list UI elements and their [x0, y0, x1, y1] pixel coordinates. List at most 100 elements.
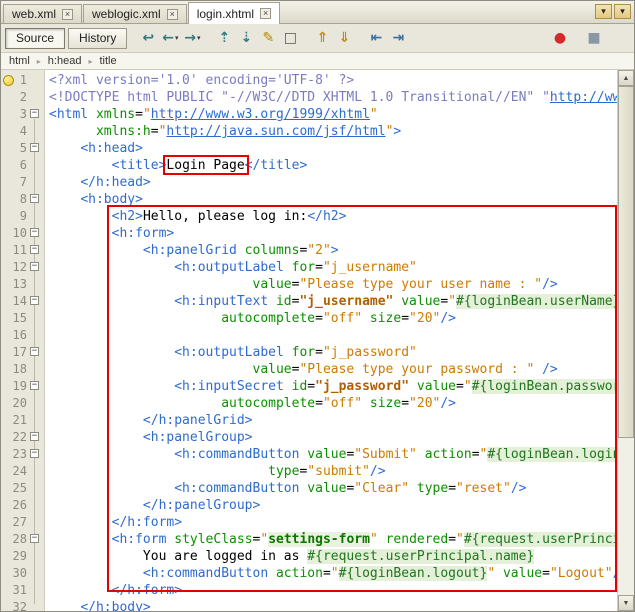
fold-guide-line: [34, 306, 35, 315]
gutter-row: 29: [1, 548, 44, 565]
code-fold-toggle[interactable]: −: [30, 262, 39, 271]
tab-weblogic.xml[interactable]: weblogic.xml×: [83, 4, 187, 23]
vertical-scrollbar[interactable]: ▲ ▼: [617, 70, 634, 611]
forward-icon[interactable]: →▾: [182, 28, 202, 48]
back-icon[interactable]: ←▾: [160, 28, 180, 48]
line-number: 15: [1, 310, 27, 327]
code-line-19: <h:inputSecret id="j_password" value="#{…: [49, 378, 634, 395]
gutter-row: 7: [1, 174, 44, 191]
code-line-21: </h:panelGrid>: [49, 412, 634, 429]
editor-area: 123−45−678−910−11−12−1314−151617−1819−20…: [1, 70, 634, 611]
breadcrumb-item-h:head[interactable]: h:head: [48, 55, 82, 67]
line-number: 31: [1, 582, 27, 599]
fold-guide-line: [34, 272, 35, 281]
gutter-row: 20: [1, 395, 44, 412]
code-fold-toggle[interactable]: −: [30, 143, 39, 152]
code-line-9: <h2>Hello, please log in:</h2>: [49, 208, 634, 225]
hint-lightbulb-icon[interactable]: [3, 75, 14, 86]
tab-close-icon[interactable]: ×: [260, 8, 271, 19]
scrollbar-up-button[interactable]: ▲: [618, 70, 634, 86]
tab-label: login.xhtml: [197, 7, 254, 21]
fold-guide-line: [34, 459, 35, 468]
gutter-row: 10−: [1, 225, 44, 242]
tab-close-icon[interactable]: ×: [62, 9, 73, 20]
code-fold-toggle[interactable]: −: [30, 432, 39, 441]
fold-guide-line: [34, 544, 35, 587]
code-fold-toggle[interactable]: −: [30, 381, 39, 390]
gutter-row: 31: [1, 582, 44, 599]
breadcrumb-separator-icon: ▸: [37, 57, 41, 66]
document-list-dropdown-button[interactable]: ▾: [595, 4, 612, 19]
shift-line-left-icon[interactable]: ⇤: [366, 28, 386, 48]
code-line-2: <!DOCTYPE html PUBLIC "-//W3C//DTD XHTML…: [49, 89, 634, 106]
line-number: 9: [1, 208, 27, 225]
line-number: 6: [1, 157, 27, 174]
code-area[interactable]: <?xml version='1.0' encoding='UTF-8' ?><…: [45, 70, 634, 611]
find-previous-occurrence-icon[interactable]: ⇡: [214, 28, 234, 48]
line-number: 21: [1, 412, 27, 429]
scrollbar-down-button[interactable]: ▼: [618, 595, 634, 611]
code-fold-toggle[interactable]: −: [30, 347, 39, 356]
gutter-row: 23−: [1, 446, 44, 463]
toggle-highlight-search-icon[interactable]: ✎: [258, 28, 278, 48]
gutter-row: 24: [1, 463, 44, 480]
line-number: 12: [1, 259, 27, 276]
down-arrow-icon: ▼: [623, 600, 630, 607]
line-number: 8: [1, 191, 27, 208]
line-number: 28: [1, 531, 27, 548]
code-fold-toggle[interactable]: −: [30, 109, 39, 118]
code-fold-toggle[interactable]: −: [30, 245, 39, 254]
code-line-8: <h:body>: [49, 191, 634, 208]
stop-macro-recording-icon[interactable]: ■: [584, 28, 604, 48]
last-edit-position-icon[interactable]: ↩: [138, 28, 158, 48]
toggle-rectangular-selection-icon[interactable]: □: [280, 28, 300, 48]
code-fold-toggle[interactable]: −: [30, 449, 39, 458]
line-number: 2: [1, 89, 27, 106]
history-view-button[interactable]: History: [68, 28, 127, 49]
breadcrumb-separator-icon: ▸: [88, 57, 92, 66]
breadcrumb-item-title[interactable]: title: [99, 55, 116, 67]
next-bookmark-icon[interactable]: ⇓: [334, 28, 354, 48]
gutter-row: 13: [1, 276, 44, 293]
line-number: 24: [1, 463, 27, 480]
shift-line-right-icon[interactable]: ⇥: [388, 28, 408, 48]
start-macro-recording-icon[interactable]: ●: [550, 28, 570, 48]
fold-guide-line: [34, 391, 35, 400]
find-next-occurrence-icon[interactable]: ⇣: [236, 28, 256, 48]
previous-bookmark-icon[interactable]: ⇑: [312, 28, 332, 48]
code-fold-toggle[interactable]: −: [30, 194, 39, 203]
gutter-row: 19−: [1, 378, 44, 395]
tab-close-icon[interactable]: ×: [167, 9, 178, 20]
document-tab-bar: web.xml×weblogic.xml× login.xhtml × ▾▾: [1, 1, 634, 24]
scrollbar-thumb[interactable]: [618, 86, 634, 438]
line-number: 16: [1, 327, 27, 344]
code-fold-toggle[interactable]: −: [30, 534, 39, 543]
line-number: 19: [1, 378, 27, 395]
line-number: 26: [1, 497, 27, 514]
line-number: 30: [1, 565, 27, 582]
line-number: 3: [1, 106, 27, 123]
code-line-32: </h:body>: [49, 599, 634, 611]
maximize-window-button[interactable]: ▾: [614, 4, 631, 19]
gutter-row: 27: [1, 514, 44, 531]
line-number: 5: [1, 140, 27, 157]
line-number: 22: [1, 429, 27, 446]
tab-web.xml[interactable]: web.xml×: [3, 4, 82, 23]
tab-login.xhtml[interactable]: login.xhtml ×: [188, 2, 280, 24]
fold-guide-line: [34, 357, 35, 366]
line-number-gutter: 123−45−678−910−11−12−1314−151617−1819−20…: [1, 70, 45, 611]
gutter-row: 30: [1, 565, 44, 582]
code-fold-toggle[interactable]: −: [30, 296, 39, 305]
gutter-row: 28−: [1, 531, 44, 548]
code-line-16: [49, 327, 634, 344]
line-number: 20: [1, 395, 27, 412]
code-fold-toggle[interactable]: −: [30, 228, 39, 237]
breadcrumb-item-html[interactable]: html: [9, 55, 30, 67]
source-view-button[interactable]: Source: [5, 28, 65, 49]
line-number: 10: [1, 225, 27, 242]
code-line-5: <h:head>: [49, 140, 634, 157]
line-number: 32: [1, 599, 27, 611]
code-line-7: </h:head>: [49, 174, 634, 191]
gutter-row: 32: [1, 599, 44, 611]
code-line-11: <h:panelGrid columns="2">: [49, 242, 634, 259]
